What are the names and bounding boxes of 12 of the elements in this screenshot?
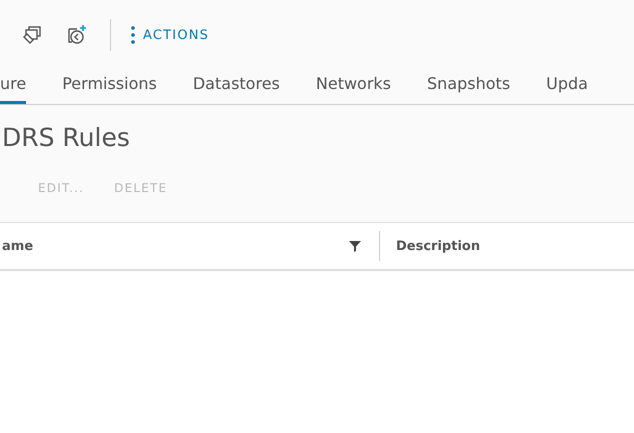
more-icon: [131, 25, 135, 45]
filter-icon[interactable]: [349, 240, 361, 252]
tab[interactable]: Permissions: [62, 70, 157, 104]
tab[interactable]: Upda: [546, 70, 588, 104]
tab[interactable]: ure: [0, 70, 26, 104]
page-title: DRS Rules: [1, 122, 131, 154]
column-header: Description: [396, 238, 480, 254]
tab[interactable]: Snapshots: [427, 70, 510, 104]
tab[interactable]: Networks: [316, 70, 392, 104]
column-header: ame: [2, 238, 34, 254]
actions-button[interactable]: ACTIONS: [131, 25, 210, 45]
tab[interactable]: Datastores: [192, 70, 280, 104]
